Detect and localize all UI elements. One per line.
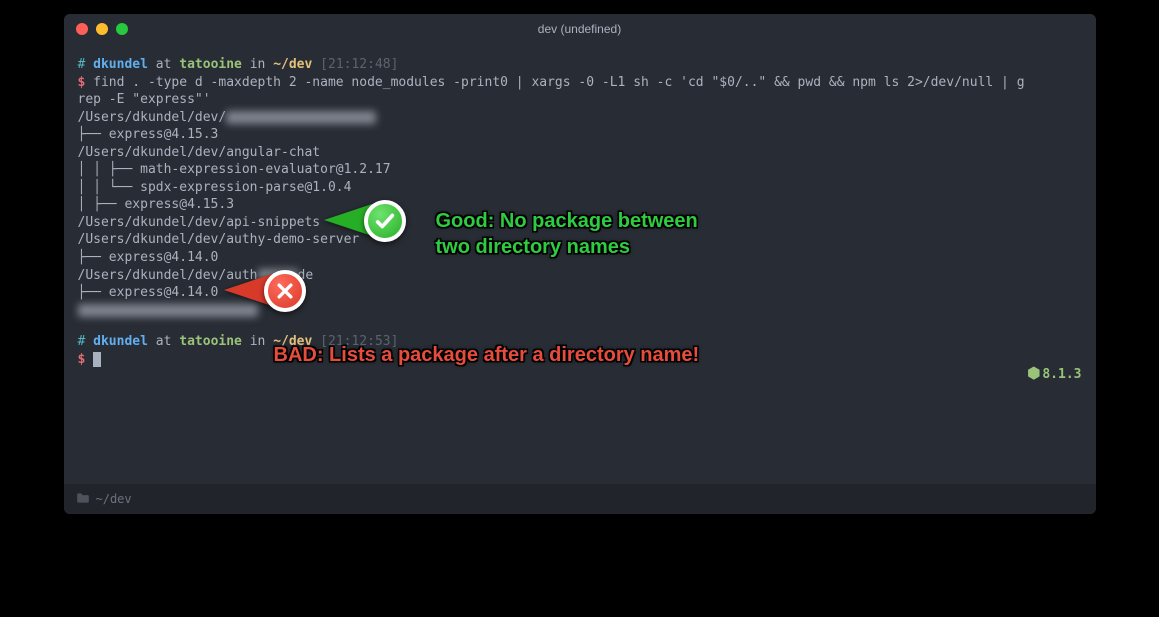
command-line-2: rep -E "express"' xyxy=(78,91,1082,109)
prompt-cwd: ~/dev xyxy=(273,334,312,349)
minimize-button[interactable] xyxy=(96,23,108,35)
annotation-arrow-bad xyxy=(224,274,272,306)
prompt-time: [21:12:53] xyxy=(320,334,398,349)
output-line: ├── express@4.15.3 xyxy=(78,126,1082,144)
prompt-input-line[interactable]: $ xyxy=(78,351,1082,369)
terminal-window: dev (undefined) # dkundel at tatooine in… xyxy=(64,14,1096,514)
prompt-cwd: ~/dev xyxy=(273,57,312,72)
command-line: $ find . -type d -maxdepth 2 -name node_… xyxy=(78,74,1082,92)
output-line: /Users/dkundel/dev/authy-demo-server xyxy=(78,231,1082,249)
prompt-host: tatooine xyxy=(179,334,242,349)
cursor xyxy=(93,352,101,367)
prompt-line: # dkundel at tatooine in ~/dev [21:12:48… xyxy=(78,56,1082,74)
output-line: │ ├── express@4.15.3 xyxy=(78,196,1082,214)
maximize-button[interactable] xyxy=(116,23,128,35)
prompt-dollar: $ xyxy=(78,352,86,367)
output-line: /Users/dkundel/dev/api-snippets xyxy=(78,214,1082,232)
prompt-user: dkundel xyxy=(93,334,148,349)
redacted-text xyxy=(226,111,376,124)
folder-icon xyxy=(76,492,90,507)
statusbar: ~/dev xyxy=(64,484,1096,514)
close-button[interactable] xyxy=(76,23,88,35)
statusbar-path: ~/dev xyxy=(96,492,132,506)
output-path: /Users/dkundel/dev/ xyxy=(78,110,227,125)
hexagon-icon: ⬢ xyxy=(1027,363,1040,383)
prompt-dollar: $ xyxy=(78,75,86,90)
prompt-at: at xyxy=(156,57,172,72)
prompt-line: # dkundel at tatooine in ~/dev [21:12:53… xyxy=(78,333,1082,351)
traffic-lights xyxy=(76,23,128,35)
window-title: dev (undefined) xyxy=(64,22,1096,36)
prompt-hash: # xyxy=(78,334,86,349)
prompt-host: tatooine xyxy=(179,57,242,72)
node-version-badge: ⬢8.1.3 xyxy=(1027,363,1081,384)
prompt-user: dkundel xyxy=(93,57,148,72)
prompt-at: at xyxy=(156,334,172,349)
prompt-hash: # xyxy=(78,57,86,72)
output-line: /Users/dkundel/dev/ xyxy=(78,109,1082,127)
output-line: │ │ └── spdx-expression-parse@1.0.4 xyxy=(78,179,1082,197)
annotation-arrow-good xyxy=(324,204,372,236)
output-line: /Users/dkundel/dev/angular-chat xyxy=(78,144,1082,162)
output-path-suffix: de xyxy=(298,268,314,283)
titlebar[interactable]: dev (undefined) xyxy=(64,14,1096,44)
prompt-in: in xyxy=(250,334,266,349)
prompt-in: in xyxy=(250,57,266,72)
terminal-body[interactable]: # dkundel at tatooine in ~/dev [21:12:48… xyxy=(64,44,1096,484)
command-text: find . -type d -maxdepth 2 -name node_mo… xyxy=(93,75,1024,90)
prompt-time: [21:12:48] xyxy=(320,57,398,72)
output-line: │ │ ├── math-expression-evaluator@1.2.17 xyxy=(78,161,1082,179)
output-line: ├── express@4.14.0 xyxy=(78,249,1082,267)
node-version-text: 8.1.3 xyxy=(1042,367,1081,382)
